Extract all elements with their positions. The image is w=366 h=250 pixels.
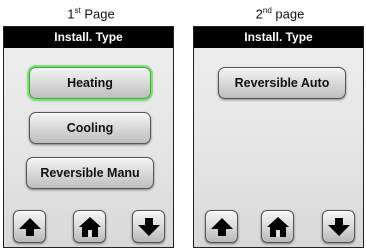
page-2-caption-text: page <box>271 6 305 22</box>
nav-bar <box>4 210 173 244</box>
cooling-button[interactable]: Cooling <box>29 112 151 144</box>
screen-title: Install. Type <box>194 27 363 48</box>
arrow-up-icon <box>210 217 233 236</box>
page-2-caption-ordinal: nd <box>262 6 272 15</box>
scroll-down-button[interactable] <box>132 210 165 243</box>
arrow-down-icon <box>327 217 350 236</box>
home-button[interactable] <box>261 210 294 243</box>
arrow-down-icon <box>137 217 160 236</box>
reversible-manu-button[interactable]: Reversible Manu <box>26 157 154 189</box>
scroll-up-button[interactable] <box>205 210 238 243</box>
screen-title: Install. Type <box>4 27 173 48</box>
page-1-caption-text: Page <box>80 6 115 22</box>
reversible-auto-button[interactable]: Reversible Auto <box>218 67 346 99</box>
device-screen-page-1: Install. Type Heating Cooling Reversible… <box>3 26 174 248</box>
page-1-caption-number: 1 <box>67 6 75 22</box>
scroll-down-button[interactable] <box>322 210 355 243</box>
page-2-caption: 2nd page <box>195 6 365 21</box>
home-icon <box>266 216 289 237</box>
heating-button[interactable]: Heating <box>29 67 151 99</box>
nav-bar <box>194 210 363 244</box>
scroll-up-button[interactable] <box>13 210 46 243</box>
page-1-caption: 1st Page <box>6 6 176 21</box>
device-screen-page-2: Install. Type Reversible Auto <box>193 26 364 248</box>
home-icon <box>78 216 101 237</box>
arrow-up-icon <box>18 217 41 236</box>
home-button[interactable] <box>73 210 106 243</box>
page-2-caption-number: 2 <box>255 6 263 22</box>
